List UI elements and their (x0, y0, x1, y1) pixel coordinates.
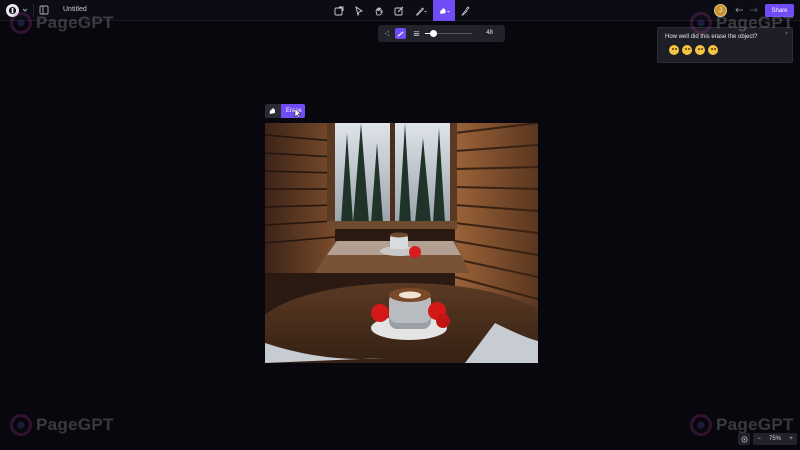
target-icon (741, 436, 747, 442)
pointer-tool-button[interactable] (349, 0, 369, 21)
watermark-text: PageGPT (716, 415, 794, 434)
top-bar: Untitled J Share (0, 0, 800, 21)
brush-icon (397, 31, 404, 37)
zoom-in-button[interactable]: + (785, 436, 797, 442)
edit-icon (394, 6, 404, 15)
watermark-text: PageGPT (716, 13, 794, 32)
pen-tool-button[interactable] (409, 0, 433, 21)
watermark-logo-icon (690, 414, 712, 436)
zoom-level[interactable]: 75% (765, 436, 785, 442)
rating-very-bad-icon[interactable] (669, 45, 679, 55)
watermark-logo-icon (10, 12, 32, 34)
erase-button[interactable]: Erase (281, 104, 305, 118)
zoom-box: − 75% + (753, 433, 797, 445)
zoom-out-button[interactable]: − (753, 436, 765, 442)
watermark-logo-icon (690, 12, 712, 34)
brush-mode-button[interactable] (395, 28, 406, 39)
watermark-text: PageGPT (36, 415, 114, 434)
mouse-cursor-icon (294, 109, 301, 118)
hand-icon (375, 6, 383, 15)
magic-erase-tool-button[interactable] (433, 0, 455, 21)
rating-bad-icon[interactable] (682, 45, 692, 55)
fit-to-screen-button[interactable] (738, 433, 750, 445)
watermark-text: PageGPT (36, 13, 114, 32)
canvas-image[interactable] (265, 123, 538, 363)
lasso-icon[interactable] (383, 29, 392, 38)
zoom-controls: − 75% + (738, 433, 797, 445)
watermark: PageGPT (690, 12, 794, 34)
edit-tool-button[interactable] (389, 0, 409, 21)
pointer-icon (355, 5, 364, 16)
watermark-logo-icon (10, 414, 32, 436)
magic-erase-icon (439, 7, 450, 14)
watermark: PageGPT (10, 414, 114, 436)
main-toolbar (329, 0, 475, 21)
line-weight-icon[interactable] (412, 29, 421, 38)
rating-good-icon[interactable] (708, 45, 718, 55)
select-icon (334, 6, 344, 15)
feedback-question: How well did this erase the object? (665, 34, 758, 40)
select-tool-button[interactable] (329, 0, 349, 21)
app-window: Untitled J Share 48 How well did this er… (0, 0, 800, 450)
hand-tool-button[interactable] (369, 0, 389, 21)
pen-dropdown-icon (415, 6, 427, 15)
rating-neutral-icon[interactable] (695, 45, 705, 55)
magic-erase-icon[interactable] (265, 104, 281, 118)
rating-options (669, 45, 721, 55)
brush-size-slider-handle[interactable] (429, 30, 437, 37)
watermark: PageGPT (10, 12, 114, 34)
eyedropper-icon (461, 5, 470, 15)
eyedropper-tool-button[interactable] (455, 0, 475, 21)
brush-size-value[interactable]: 48 (482, 28, 497, 39)
